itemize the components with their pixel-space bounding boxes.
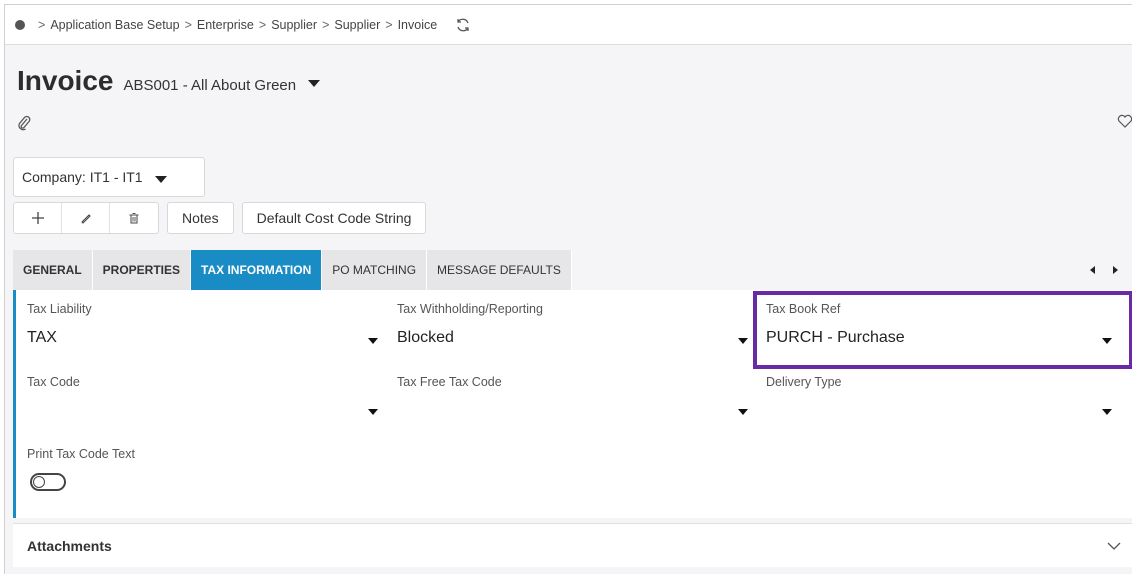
toolbar: Notes Default Cost Code String: [13, 202, 427, 234]
chevron-down-icon: [154, 175, 167, 183]
breadcrumb-item[interactable]: Application Base Setup: [50, 18, 179, 32]
delivery-type-label: Delivery Type: [766, 375, 842, 389]
tax-free-tax-code-field[interactable]: Tax Free Tax Code: [397, 375, 749, 421]
breadcrumb-separator: >: [38, 17, 46, 32]
company-selector[interactable]: Company: IT1 - IT1: [13, 157, 205, 197]
tax-withholding-reporting-value: Blocked: [397, 329, 454, 346]
tab-scroll-left-icon[interactable]: [1090, 266, 1095, 274]
toggle-knob: [33, 476, 45, 488]
home-dot-icon[interactable]: [15, 19, 25, 30]
breadcrumb-item[interactable]: Supplier: [271, 18, 317, 32]
add-button[interactable]: [14, 203, 62, 233]
heart-icon[interactable]: [1117, 114, 1132, 133]
breadcrumb-separator: >: [385, 17, 393, 32]
breadcrumb-item-current: Invoice: [397, 17, 438, 32]
breadcrumb-separator: >: [322, 17, 330, 32]
tab-message-defaults[interactable]: MESSAGE DEFAULTS: [427, 250, 572, 290]
tax-withholding-reporting-label: Tax Withholding/Reporting: [397, 302, 543, 316]
record-subtitle: ABS001 - All About Green: [123, 77, 297, 94]
tab-properties[interactable]: PROPERTIES: [92, 250, 192, 290]
attachments-label: Attachments: [27, 537, 112, 554]
notes-button[interactable]: Notes: [167, 202, 234, 234]
chevron-down-icon: [368, 338, 378, 344]
company-selector-label: Company: IT1 - IT1: [22, 169, 143, 185]
trash-icon: [129, 212, 139, 224]
page-title: Invoice: [17, 65, 114, 96]
breadcrumb-item[interactable]: Supplier: [334, 18, 380, 32]
record-selector-caret-icon[interactable]: [308, 80, 321, 87]
chevron-down-icon: [738, 338, 748, 344]
edit-button[interactable]: [62, 203, 110, 233]
tax-withholding-reporting-field[interactable]: Tax Withholding/Reporting Blocked: [397, 302, 749, 358]
tab-scroll-arrows: [1090, 250, 1118, 290]
tax-code-field[interactable]: Tax Code: [27, 375, 379, 421]
refresh-icon[interactable]: [455, 17, 471, 33]
breadcrumb: > Application Base Setup > Enterprise > …: [5, 5, 1132, 45]
tax-code-label: Tax Code: [27, 375, 80, 389]
tab-tax-information[interactable]: TAX INFORMATION: [191, 250, 323, 290]
plus-icon: [31, 212, 44, 224]
tax-free-tax-code-label: Tax Free Tax Code: [397, 375, 502, 389]
tax-liability-value: TAX: [27, 329, 57, 346]
paperclip-icon[interactable]: [17, 115, 31, 136]
tab-general[interactable]: GENERAL: [13, 250, 93, 290]
tax-liability-field[interactable]: Tax Liability TAX: [27, 302, 379, 358]
page-header: Invoice ABS001 - All About Green: [17, 65, 321, 97]
tab-scroll-right-icon[interactable]: [1113, 266, 1118, 274]
breadcrumb-item[interactable]: Enterprise: [197, 18, 254, 32]
breadcrumb-separator: >: [258, 17, 267, 32]
tax-liability-label: Tax Liability: [27, 302, 92, 316]
pencil-icon: [80, 214, 91, 224]
default-cost-code-string-button[interactable]: Default Cost Code String: [241, 202, 427, 234]
breadcrumb-separator: >: [184, 17, 192, 32]
print-tax-code-text-field: Print Tax Code Text: [27, 447, 135, 461]
tab-po-matching[interactable]: PO MATCHING: [322, 250, 428, 290]
attachments-section[interactable]: Attachments: [13, 523, 1132, 567]
print-tax-code-text-label: Print Tax Code Text: [27, 447, 135, 461]
chevron-down-icon: [1102, 409, 1112, 415]
chevron-down-icon: [738, 409, 748, 415]
print-tax-code-text-toggle[interactable]: [30, 473, 66, 491]
tax-book-ref-highlight: [753, 291, 1132, 369]
tab-bar: GENERAL PROPERTIES TAX INFORMATION PO MA…: [13, 250, 1132, 290]
app-frame: > Application Base Setup > Enterprise > …: [4, 4, 1132, 574]
chevron-down-icon: [368, 409, 378, 415]
delivery-type-field[interactable]: Delivery Type: [766, 375, 1118, 421]
chevron-down-icon: [1107, 538, 1121, 554]
delete-button[interactable]: [110, 203, 158, 233]
record-actions: [13, 202, 159, 234]
